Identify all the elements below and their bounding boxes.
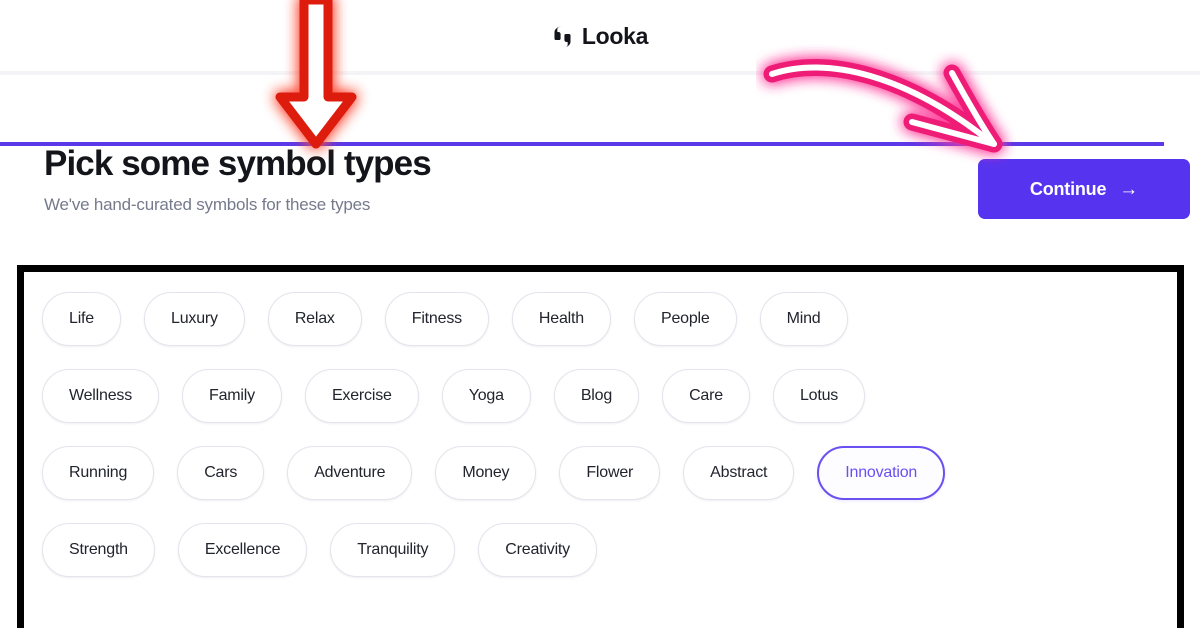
symbol-type-chip-label: Strength: [69, 541, 128, 558]
symbol-type-chip[interactable]: Care: [662, 369, 750, 423]
symbol-type-chip-label: Tranquility: [357, 541, 429, 558]
chip-row: Strength Excellence Tranquility Creativity: [42, 523, 1159, 577]
symbol-type-chip[interactable]: Health: [511, 292, 611, 346]
symbol-type-chip[interactable]: Strength: [42, 523, 155, 577]
symbol-type-chip-label: Flower: [586, 464, 634, 481]
symbol-type-chip-label: Relax: [294, 310, 335, 327]
symbol-type-chip[interactable]: Fitness: [384, 292, 489, 346]
symbol-type-chip-label: Abstract: [710, 464, 768, 481]
symbol-type-chip-label: Running: [69, 464, 128, 481]
symbol-type-chip[interactable]: Cars: [177, 446, 265, 500]
symbol-types-chip-grid: Life Luxury Relax Fitness Health People Mind We…: [24, 272, 1177, 577]
symbol-type-chip[interactable]: Money: [435, 446, 537, 500]
app-root: Looka Pick some symbol types We've hand-…: [0, 0, 1200, 628]
symbol-type-chip-label: Money: [462, 464, 510, 481]
symbol-type-chip-label: Care: [689, 387, 723, 404]
symbol-type-chip[interactable]: Abstract: [683, 446, 795, 500]
symbol-type-chip[interactable]: People: [633, 292, 737, 346]
symbol-type-chip-label: Blog: [580, 387, 613, 404]
symbol-type-chip[interactable]: Adventure: [287, 446, 413, 500]
heading-block: Pick some symbol types We've hand-curate…: [44, 144, 432, 215]
symbol-type-chip[interactable]: Luxury: [144, 292, 245, 346]
symbol-type-chip[interactable]: Life: [42, 292, 121, 346]
symbol-type-chip-label: Adventure: [314, 464, 386, 481]
symbol-type-chip[interactable]: Excellence: [177, 523, 308, 577]
symbol-type-chip-label: Innovation: [845, 464, 918, 481]
symbol-type-chip[interactable]: Lotus: [772, 369, 866, 423]
symbol-type-chip-label: Family: [209, 387, 255, 404]
brand-name: Looka: [581, 23, 649, 49]
symbol-type-chip[interactable]: Tranquility: [330, 523, 456, 577]
symbol-type-chip[interactable]: Flower: [559, 446, 661, 500]
symbol-type-chip-label: Exercise: [331, 387, 392, 404]
symbol-type-chip-label: People: [660, 310, 710, 327]
page-subtitle: We've hand-curated symbols for these typ…: [44, 195, 371, 215]
symbol-type-chip[interactable]: Running: [42, 446, 155, 500]
symbol-type-chip[interactable]: Mind: [759, 292, 848, 346]
brand-logo[interactable]: Looka: [552, 25, 648, 48]
continue-button[interactable]: Continue →: [978, 159, 1190, 219]
symbol-type-chip-label: Cars: [204, 464, 238, 481]
symbol-type-chip[interactable]: Innovation: [817, 446, 946, 500]
symbol-type-chip-label: Luxury: [171, 310, 218, 327]
symbol-type-chip-label: Yoga: [468, 387, 504, 404]
arrow-right-icon: →: [1119, 178, 1139, 200]
symbol-type-chip-label: Fitness: [411, 310, 462, 327]
symbol-type-chip[interactable]: Family: [182, 369, 282, 423]
chip-row: Life Luxury Relax Fitness Health People Mind: [42, 292, 1159, 346]
symbol-type-chip-label: Excellence: [204, 541, 281, 558]
symbol-type-chip[interactable]: Yoga: [441, 369, 531, 423]
chip-row: Running Cars Adventure Money Flower Abstract I…: [42, 446, 1159, 500]
chip-row: Wellness Family Exercise Yoga Blog Care Lotus: [42, 369, 1159, 423]
symbol-type-chip[interactable]: Relax: [267, 292, 362, 346]
symbol-type-chip[interactable]: Exercise: [304, 369, 419, 423]
page-title: Pick some symbol types: [44, 144, 432, 183]
top-bar: Looka: [0, 0, 1200, 73]
symbol-type-chip-label: Life: [69, 310, 94, 327]
symbol-type-chip[interactable]: Blog: [553, 369, 640, 423]
continue-button-label: Continue: [1029, 178, 1107, 199]
symbol-type-chip-label: Health: [538, 310, 584, 327]
progress-track: [0, 71, 1200, 146]
symbol-type-chip-label: Lotus: [799, 387, 839, 404]
symbol-type-chip[interactable]: Creativity: [478, 523, 597, 577]
symbol-type-chip-label: Creativity: [505, 541, 570, 558]
symbol-types-panel: Life Luxury Relax Fitness Health People Mind We…: [17, 265, 1184, 628]
symbol-type-chip-label: Wellness: [69, 387, 133, 404]
symbol-type-chip[interactable]: Wellness: [42, 369, 160, 423]
looka-logomark-icon: [552, 26, 573, 48]
symbol-type-chip-label: Mind: [786, 310, 821, 327]
